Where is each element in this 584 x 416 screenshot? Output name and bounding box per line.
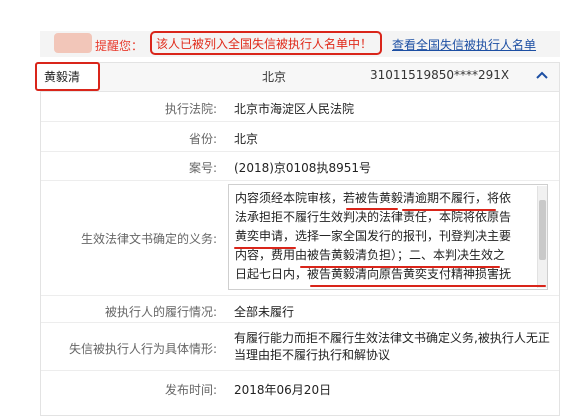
divider — [41, 180, 559, 181]
scrollbar-thumb[interactable] — [539, 200, 546, 260]
divider — [41, 151, 559, 152]
region: 北京 — [262, 70, 287, 84]
date-value: 2018年06月20日 — [234, 383, 332, 397]
scrollbar[interactable] — [537, 186, 547, 288]
avatar — [54, 33, 92, 53]
obligation-line: 黄奕申请，选择一家全国发行的报刊，刊登判决主要 — [235, 229, 512, 243]
view-blacklist-link[interactable]: 查看全国失信被执行人名单 — [392, 36, 536, 53]
obligation-textbox[interactable]: 内容须经本院审核，若被告黄毅清逾期不履行，将依 法承担拒不履行生效判决的法律责任… — [228, 184, 548, 290]
province-value: 北京 — [234, 132, 259, 146]
court-label: 执行法院: — [164, 102, 217, 116]
divider — [41, 370, 559, 371]
behavior-label: 失信被执行人行为具体情形: — [68, 342, 217, 356]
case-label: 案号: — [188, 161, 217, 175]
court-value: 北京市海淀区人民法院 — [234, 102, 355, 116]
red-underline — [300, 266, 500, 268]
alert-label: 提醒您： — [95, 39, 144, 53]
behavior-value: 有履行能力而拒不履行生效法律文书确定义务,被执行人无正当理由拒不履行执行和解协议 — [234, 331, 550, 362]
performance-label: 被执行人的履行情况: — [104, 305, 217, 319]
obligation-text: 内容须经本院审核，若被告黄毅清逾期不履行，将依 法承担拒不履行生效判决的法律责任… — [235, 189, 535, 284]
id-number: 31011519850****291X — [370, 68, 510, 82]
case-value: (2018)京0108执8951号 — [234, 161, 371, 175]
person-name: 黄毅清 — [44, 70, 81, 84]
alert-message: 该人已被列入全国失信被执行人名单中！ — [156, 37, 373, 51]
red-underline — [310, 285, 546, 287]
red-underline — [234, 247, 296, 249]
obligation-label: 生效法律文书确定的义务: — [80, 232, 217, 246]
divider — [41, 322, 559, 323]
obligation-line: 内容须经本院审核，若被告黄毅清逾期不履行，将依 — [235, 191, 512, 205]
red-underline — [402, 209, 496, 211]
date-label: 发布时间: — [164, 383, 217, 397]
divider — [41, 121, 559, 122]
chevron-up-icon[interactable] — [536, 70, 548, 80]
province-label: 省份: — [188, 132, 217, 146]
performance-value: 全部未履行 — [234, 305, 295, 319]
red-underline — [346, 208, 398, 210]
divider — [41, 295, 559, 296]
